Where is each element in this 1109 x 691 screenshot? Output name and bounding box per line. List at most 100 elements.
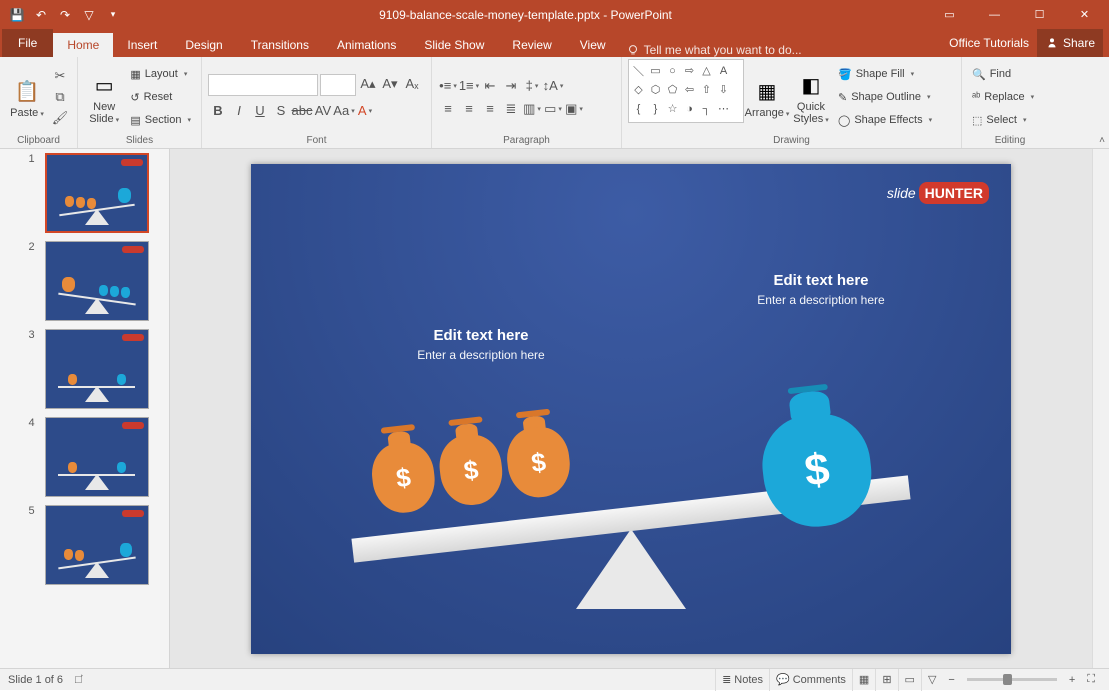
font-color-icon[interactable]: A bbox=[355, 101, 375, 121]
slide-canvas[interactable]: slide HUNTER Edit text here Enter a desc… bbox=[170, 149, 1092, 668]
strike-icon[interactable]: abc bbox=[292, 101, 312, 121]
left-text-block[interactable]: Edit text here Enter a description here bbox=[346, 327, 616, 362]
shape-rbrace-icon[interactable]: } bbox=[647, 99, 664, 118]
shape-effects-button[interactable]: ◯Shape Effects bbox=[834, 109, 936, 131]
quick-styles-button[interactable]: ◧ Quick Styles bbox=[790, 59, 832, 135]
tab-insert[interactable]: Insert bbox=[113, 33, 171, 57]
shadow-icon[interactable]: S bbox=[271, 101, 291, 121]
format-painter-icon[interactable]: 🖌 bbox=[50, 108, 70, 128]
shapes-gallery[interactable]: ＼▭○⇨△A ◇⬡⬠⇦⇧⇩ {}☆◑┐⋯ bbox=[628, 59, 744, 123]
smartart-icon[interactable]: ▣ bbox=[564, 99, 584, 119]
underline-icon[interactable]: U bbox=[250, 101, 270, 121]
slide-thumb-2[interactable] bbox=[45, 241, 149, 321]
shape-arrowu-icon[interactable]: ⇧ bbox=[698, 80, 715, 99]
slide-thumb-1[interactable] bbox=[45, 153, 149, 233]
fit-to-window-icon[interactable]: ⛶ bbox=[1081, 673, 1101, 686]
tab-file[interactable]: File bbox=[2, 29, 53, 57]
tab-slideshow[interactable]: Slide Show bbox=[410, 33, 498, 57]
shape-callout-icon[interactable]: ◑ bbox=[681, 99, 698, 118]
undo-icon[interactable]: ↶ bbox=[30, 4, 52, 26]
normal-view-icon[interactable]: ▦ bbox=[852, 669, 875, 691]
shape-rect-icon[interactable]: ▭ bbox=[647, 61, 664, 80]
shape-outline-button[interactable]: ✎Shape Outline bbox=[834, 86, 936, 108]
inc-indent-icon[interactable]: ⇥ bbox=[501, 76, 521, 96]
font-size-input[interactable] bbox=[320, 74, 356, 96]
shape-star-icon[interactable]: ☆ bbox=[664, 99, 681, 118]
new-slide-button[interactable]: ▭ New Slide bbox=[84, 59, 124, 135]
clear-format-icon[interactable]: Aₓ bbox=[402, 74, 422, 94]
section-button[interactable]: ▤Section bbox=[126, 109, 195, 131]
zoom-in-button[interactable]: + bbox=[1063, 674, 1081, 686]
sorter-view-icon[interactable]: ⊞ bbox=[875, 669, 897, 691]
vertical-scrollbar[interactable] bbox=[1092, 149, 1109, 668]
bold-icon[interactable]: B bbox=[208, 101, 228, 121]
right-text-block[interactable]: Edit text here Enter a description here bbox=[686, 272, 956, 307]
tab-animations[interactable]: Animations bbox=[323, 33, 410, 57]
close-icon[interactable]: ✕ bbox=[1062, 0, 1107, 29]
slide-thumb-3[interactable] bbox=[45, 329, 149, 409]
notes-button[interactable]: ≣Notes bbox=[715, 669, 769, 691]
shape-arrowl-icon[interactable]: ⇦ bbox=[681, 80, 698, 99]
line-spacing-icon[interactable]: ‡ bbox=[522, 76, 542, 96]
shape-more-icon[interactable]: ⋯ bbox=[715, 99, 732, 118]
save-icon[interactable]: 💾 bbox=[6, 4, 28, 26]
ribbon-display-icon[interactable]: ▭ bbox=[927, 0, 972, 29]
change-case-icon[interactable]: Aa bbox=[334, 101, 354, 121]
dec-indent-icon[interactable]: ⇤ bbox=[480, 76, 500, 96]
arrange-button[interactable]: ▦ Arrange bbox=[746, 59, 788, 135]
comments-button[interactable]: 💬Comments bbox=[769, 669, 852, 691]
slideshow-view-icon[interactable]: ▽ bbox=[921, 669, 942, 691]
text-direction-icon[interactable]: ↕A bbox=[543, 76, 563, 96]
align-text-icon[interactable]: ▭ bbox=[543, 99, 563, 119]
tab-design[interactable]: Design bbox=[171, 33, 236, 57]
redo-icon[interactable]: ↷ bbox=[54, 4, 76, 26]
office-tutorials-link[interactable]: Office Tutorials bbox=[949, 36, 1029, 50]
tab-view[interactable]: View bbox=[566, 33, 620, 57]
start-from-beginning-icon[interactable]: ▽ bbox=[78, 4, 100, 26]
shape-text-icon[interactable]: A bbox=[715, 61, 732, 80]
copy-icon[interactable]: ⧉ bbox=[50, 87, 70, 107]
shape-arrow-icon[interactable]: ⇨ bbox=[681, 61, 698, 80]
tab-transitions[interactable]: Transitions bbox=[237, 33, 323, 57]
shape-arrowd-icon[interactable]: ⇩ bbox=[715, 80, 732, 99]
shape-connector-icon[interactable]: ┐ bbox=[698, 99, 715, 118]
italic-icon[interactable]: I bbox=[229, 101, 249, 121]
collapse-ribbon-icon[interactable]: ˄ bbox=[1099, 135, 1105, 146]
numbering-icon[interactable]: 1≡ bbox=[459, 76, 479, 96]
align-center-icon[interactable]: ≡ bbox=[459, 99, 479, 119]
reading-view-icon[interactable]: ▭ bbox=[898, 669, 921, 691]
select-button[interactable]: ⬚Select bbox=[968, 109, 1038, 131]
font-name-input[interactable] bbox=[208, 74, 318, 96]
slide-thumb-4[interactable] bbox=[45, 417, 149, 497]
find-button[interactable]: 🔍Find bbox=[968, 63, 1038, 85]
maximize-icon[interactable]: ☐ bbox=[1017, 0, 1062, 29]
tab-review[interactable]: Review bbox=[498, 33, 565, 57]
align-left-icon[interactable]: ≡ bbox=[438, 99, 458, 119]
shape-hex-icon[interactable]: ⬡ bbox=[647, 80, 664, 99]
tell-me-search[interactable]: Tell me what you want to do... bbox=[626, 43, 802, 57]
cut-icon[interactable]: ✂ bbox=[50, 66, 70, 86]
columns-icon[interactable]: ▥ bbox=[522, 99, 542, 119]
justify-icon[interactable]: ≣ bbox=[501, 99, 521, 119]
shape-diamond-icon[interactable]: ◇ bbox=[630, 80, 647, 99]
shape-fill-button[interactable]: 🪣Shape Fill bbox=[834, 63, 936, 85]
zoom-out-button[interactable]: − bbox=[942, 674, 960, 686]
increase-font-icon[interactable]: A▴ bbox=[358, 74, 378, 94]
decrease-font-icon[interactable]: A▾ bbox=[380, 74, 400, 94]
minimize-icon[interactable]: — bbox=[972, 0, 1017, 29]
shape-lbrace-icon[interactable]: { bbox=[630, 99, 647, 118]
align-right-icon[interactable]: ≡ bbox=[480, 99, 500, 119]
reset-button[interactable]: ↺Reset bbox=[126, 86, 195, 108]
shape-tri-icon[interactable]: △ bbox=[698, 61, 715, 80]
share-button[interactable]: Share bbox=[1037, 29, 1103, 57]
layout-button[interactable]: ▦Layout bbox=[126, 63, 195, 85]
slide-thumb-5[interactable] bbox=[45, 505, 149, 585]
zoom-slider[interactable] bbox=[967, 678, 1057, 681]
shape-line-icon[interactable]: ＼ bbox=[630, 61, 647, 80]
paste-button[interactable]: 📋 Paste bbox=[6, 59, 48, 135]
bullets-icon[interactable]: •≡ bbox=[438, 76, 458, 96]
shape-oval-icon[interactable]: ○ bbox=[664, 61, 681, 80]
char-spacing-icon[interactable]: AV bbox=[313, 101, 333, 121]
qat-customize-icon[interactable]: ▾ bbox=[102, 4, 124, 26]
tab-home[interactable]: Home bbox=[53, 33, 113, 57]
